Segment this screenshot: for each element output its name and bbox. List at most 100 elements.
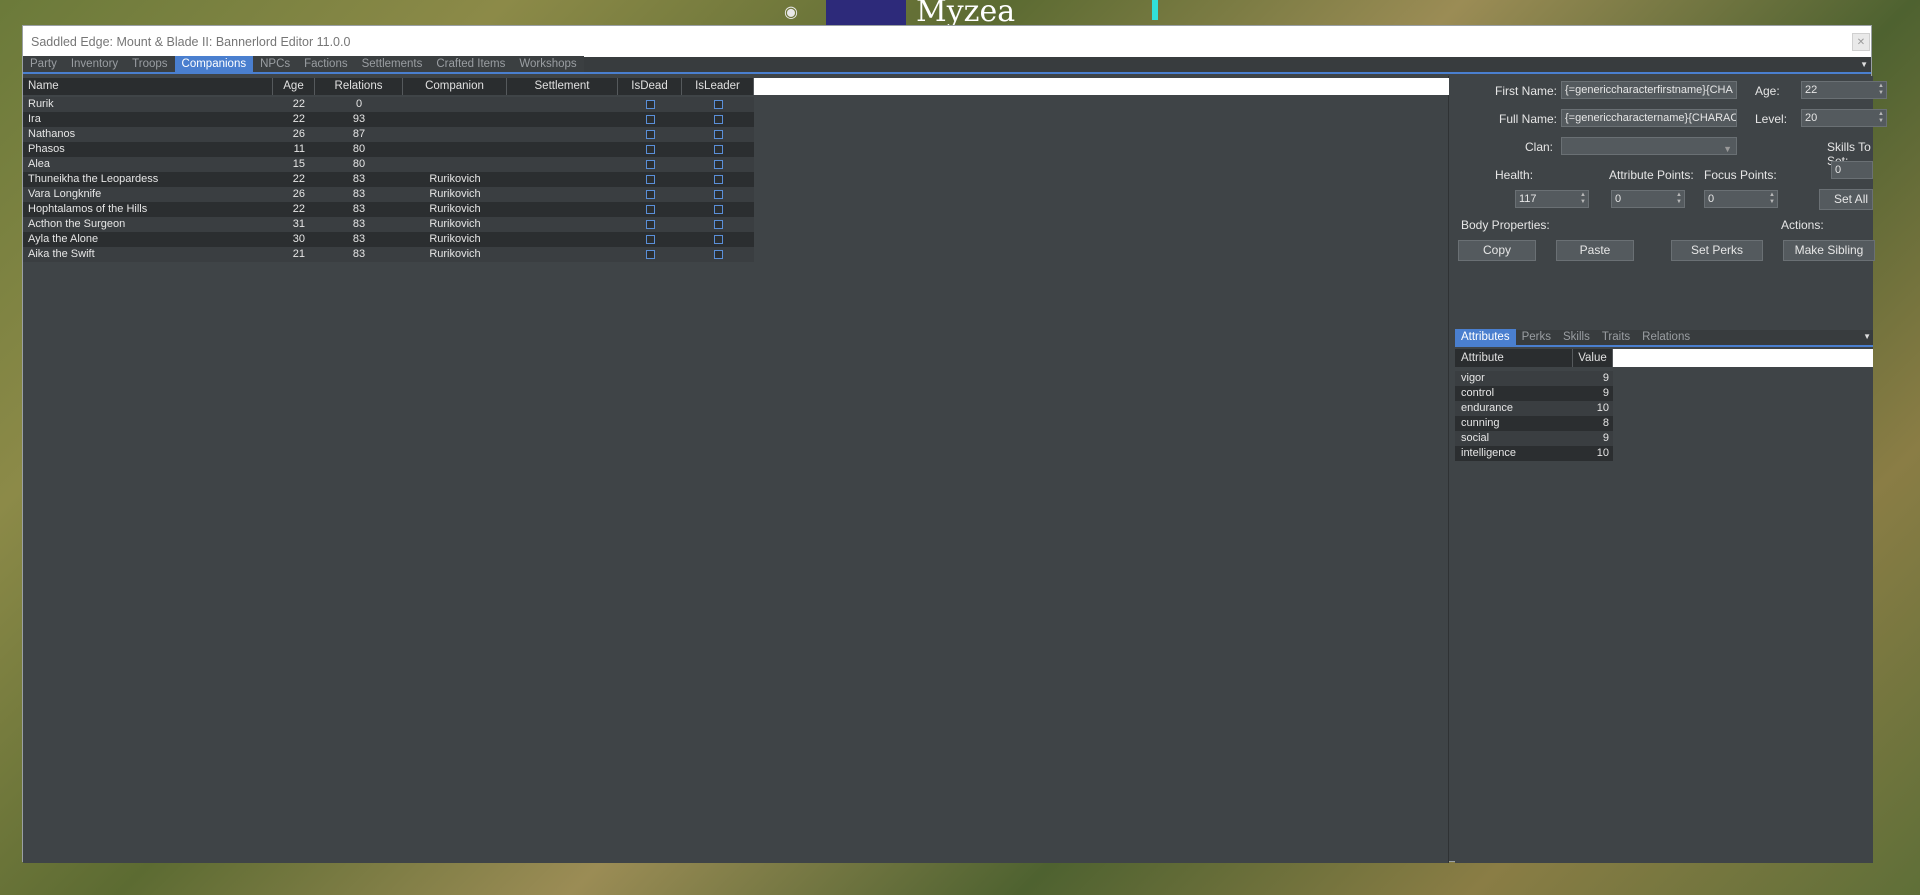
isdead-checkbox[interactable] <box>645 205 655 214</box>
table-row[interactable]: Acthon the Surgeon 31 83 Rurikovich <box>23 217 754 232</box>
tab-npcs[interactable]: NPCs <box>253 56 298 72</box>
paste-button[interactable]: Paste <box>1556 240 1634 261</box>
attribute-value[interactable]: 9 <box>1573 431 1613 446</box>
list-item[interactable]: control 9 <box>1455 386 1613 401</box>
tab-attributes[interactable]: Attributes <box>1455 329 1516 345</box>
table-row[interactable]: Ira 22 93 <box>23 112 754 127</box>
focus-points-value: 0 <box>1708 193 1715 205</box>
isleader-checkbox[interactable] <box>713 190 723 199</box>
attribute-points-stepper[interactable]: 0 ▲ ▼ <box>1611 190 1685 208</box>
col-value[interactable]: Value <box>1573 349 1613 367</box>
set-all-skills-button[interactable]: Set All Skills <box>1819 189 1873 210</box>
col-name[interactable]: Name <box>23 78 273 95</box>
isleader-checkbox[interactable] <box>713 205 723 214</box>
skills-to-set-field[interactable]: 0 <box>1831 161 1873 179</box>
spin-arrows-icon[interactable]: ▲ ▼ <box>1676 192 1682 206</box>
isdead-checkbox[interactable] <box>645 175 655 184</box>
table-row[interactable]: Vara Longknife 26 83 Rurikovich <box>23 187 754 202</box>
isdead-checkbox[interactable] <box>645 100 655 109</box>
table-row[interactable]: Thuneikha the Leopardess 22 83 Rurikovic… <box>23 172 754 187</box>
isleader-checkbox[interactable] <box>713 100 723 109</box>
table-row[interactable]: Aika the Swift 21 83 Rurikovich <box>23 247 754 262</box>
list-item[interactable]: intelligence 10 <box>1455 446 1613 461</box>
tab-settlements[interactable]: Settlements <box>354 56 430 72</box>
attribute-value[interactable]: 10 <box>1573 446 1613 461</box>
age-stepper[interactable]: 22 ▲ ▼ <box>1801 81 1887 99</box>
level-stepper[interactable]: 20 ▲ ▼ <box>1801 109 1887 127</box>
tab-relations[interactable]: Relations <box>1636 329 1696 345</box>
isleader-checkbox[interactable] <box>713 235 723 244</box>
close-button[interactable]: ✕ <box>1852 33 1870 51</box>
isdead-checkbox[interactable] <box>645 130 655 139</box>
list-item[interactable]: cunning 8 <box>1455 416 1613 431</box>
attribute-value[interactable]: 9 <box>1573 371 1613 386</box>
cell-settlement <box>507 127 618 142</box>
tab-traits[interactable]: Traits <box>1596 329 1636 345</box>
tab-skills[interactable]: Skills <box>1557 329 1596 345</box>
col-age[interactable]: Age <box>273 78 315 95</box>
tab-factions[interactable]: Factions <box>297 56 355 72</box>
spin-arrows-icon[interactable]: ▲ ▼ <box>1878 83 1884 97</box>
tab-companions[interactable]: Companions <box>174 56 254 72</box>
cell-settlement <box>507 97 618 112</box>
table-row[interactable]: Rurik 22 0 <box>23 97 754 112</box>
isdead-checkbox[interactable] <box>645 235 655 244</box>
health-label: Health: <box>1495 168 1534 182</box>
table-row[interactable]: Hophtalamos of the Hills 22 83 Rurikovic… <box>23 202 754 217</box>
isleader-checkbox[interactable] <box>713 130 723 139</box>
table-row[interactable]: Phasos 11 80 <box>23 142 754 157</box>
attribute-value[interactable]: 8 <box>1573 416 1613 431</box>
table-row[interactable]: Ayla the Alone 30 83 Rurikovich <box>23 232 754 247</box>
list-item[interactable]: endurance 10 <box>1455 401 1613 416</box>
clan-dropdown[interactable]: ▼ <box>1561 137 1737 155</box>
col-isleader[interactable]: IsLeader <box>682 78 754 95</box>
spin-arrows-icon[interactable]: ▲ ▼ <box>1878 111 1884 125</box>
first-name-field[interactable]: {=genericcharacterfirstname}{CHA <box>1561 81 1737 99</box>
cell-relations: 83 <box>352 203 366 215</box>
tab-crafted-items[interactable]: Crafted Items <box>429 56 513 72</box>
tab-troops[interactable]: Troops <box>125 56 175 72</box>
isdead-checkbox[interactable] <box>645 160 655 169</box>
tab-perks[interactable]: Perks <box>1516 329 1557 345</box>
isdead-checkbox[interactable] <box>645 115 655 124</box>
isleader-checkbox[interactable] <box>713 250 723 259</box>
isleader-checkbox[interactable] <box>713 145 723 154</box>
spin-arrows-icon[interactable]: ▲ ▼ <box>1580 192 1586 206</box>
cell-relations: 87 <box>352 128 366 140</box>
isdead-checkbox[interactable] <box>645 190 655 199</box>
col-settlement[interactable]: Settlement <box>507 78 618 95</box>
isdead-checkbox[interactable] <box>645 145 655 154</box>
table-row[interactable]: Alea 15 80 <box>23 157 754 172</box>
attribute-value[interactable]: 10 <box>1573 401 1613 416</box>
tab-inventory[interactable]: Inventory <box>63 56 126 72</box>
health-stepper[interactable]: 117 ▲ ▼ <box>1515 190 1589 208</box>
table-row[interactable]: Nathanos 26 87 <box>23 127 754 142</box>
isleader-checkbox[interactable] <box>713 220 723 229</box>
col-attribute[interactable]: Attribute <box>1455 349 1573 367</box>
tabs-dropdown-icon[interactable]: ▼ <box>1860 60 1868 69</box>
cell-relations: 83 <box>352 173 366 185</box>
copy-button[interactable]: Copy <box>1458 240 1536 261</box>
set-perks-button[interactable]: Set Perks <box>1671 240 1763 261</box>
full-name-field[interactable]: {=genericcharactername}{CHARAC <box>1561 109 1737 127</box>
list-item[interactable]: social 9 <box>1455 431 1613 446</box>
focus-points-stepper[interactable]: 0 ▲ ▼ <box>1704 190 1778 208</box>
isleader-checkbox[interactable] <box>713 175 723 184</box>
col-companion[interactable]: Companion <box>403 78 507 95</box>
make-sibling-button[interactable]: Make Sibling <box>1783 240 1875 261</box>
spin-arrows-icon[interactable]: ▲ ▼ <box>1769 192 1775 206</box>
cell-relations: 83 <box>352 188 366 200</box>
col-isdead[interactable]: IsDead <box>618 78 682 95</box>
isleader-checkbox[interactable] <box>713 160 723 169</box>
subtabs-dropdown-icon[interactable]: ▼ <box>1863 332 1871 341</box>
list-item[interactable]: vigor 9 <box>1455 371 1613 386</box>
isdead-checkbox[interactable] <box>645 250 655 259</box>
isdead-checkbox[interactable] <box>645 220 655 229</box>
tab-party[interactable]: Party <box>23 56 64 72</box>
cell-age: 11 <box>293 143 305 155</box>
attribute-value[interactable]: 9 <box>1573 386 1613 401</box>
isleader-checkbox[interactable] <box>713 115 723 124</box>
tab-workshops[interactable]: Workshops <box>512 56 584 72</box>
cell-companion <box>403 127 507 142</box>
col-relations[interactable]: Relations <box>315 78 403 95</box>
